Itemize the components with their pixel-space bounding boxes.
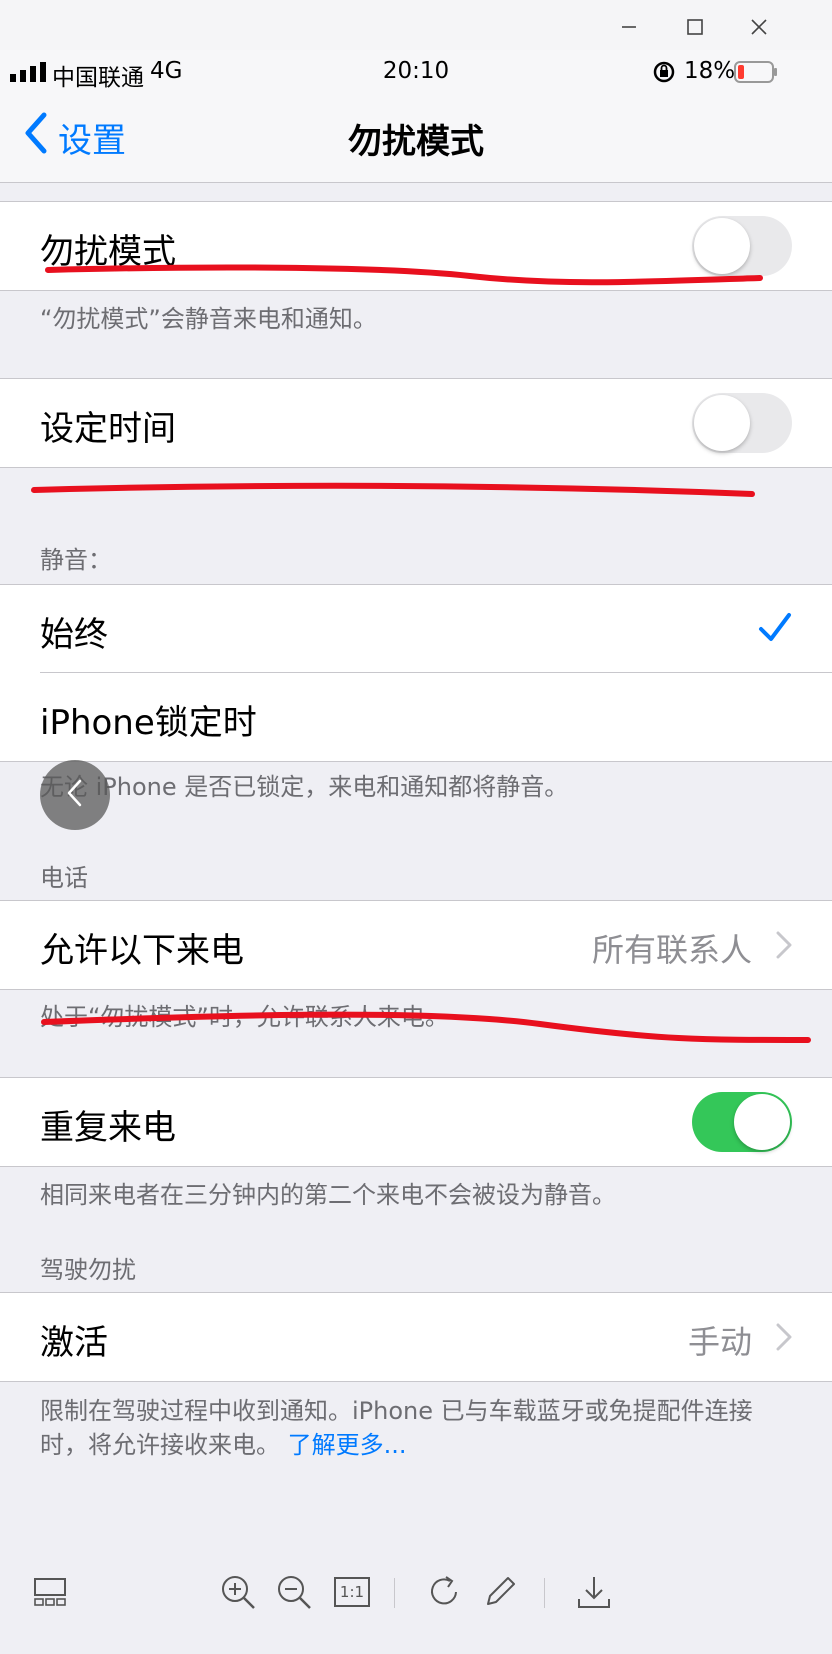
driving-footer: 限制在驾驶过程中收到通知。iPhone 已与车载蓝牙或免提配件连接时，将允许接收… bbox=[40, 1394, 792, 1462]
repeated-calls-section: 重复来电 bbox=[0, 1077, 832, 1167]
toggle-knob bbox=[694, 395, 750, 451]
dnd-footer: “勿扰模式”会静音来电和通知。 bbox=[40, 305, 377, 333]
annotation-underline-scheduled bbox=[31, 482, 755, 497]
battery-icon bbox=[734, 60, 778, 90]
download-icon[interactable] bbox=[572, 1570, 616, 1614]
dnd-toggle[interactable] bbox=[692, 216, 792, 276]
viewer-toolbar: 1:1 bbox=[0, 1540, 832, 1654]
close-icon[interactable] bbox=[742, 10, 776, 44]
scheduled-section: 设定时间 bbox=[0, 378, 832, 468]
silence-option-locked[interactable]: iPhone锁定时 bbox=[0, 673, 832, 761]
silence-option-label: iPhone锁定时 bbox=[40, 703, 257, 743]
silence-header: 静音： bbox=[40, 546, 112, 574]
driving-section: 激活 手动 bbox=[0, 1292, 832, 1382]
allow-calls-footer: 处于“勿扰模式”时，允许联系人来电。 bbox=[40, 1003, 449, 1031]
chevron-right-icon bbox=[776, 931, 792, 963]
activate-row[interactable]: 激活 手动 bbox=[0, 1293, 832, 1381]
activate-label: 激活 bbox=[40, 1323, 108, 1363]
actual-size-icon[interactable]: 1:1 bbox=[330, 1570, 374, 1614]
zoom-out-icon[interactable] bbox=[272, 1570, 316, 1614]
allow-calls-value: 所有联系人 bbox=[591, 931, 752, 969]
battery-percent: 18% bbox=[684, 58, 736, 84]
navigation-bar: 设置 勿扰模式 bbox=[0, 96, 832, 183]
edit-icon[interactable] bbox=[478, 1570, 522, 1614]
rotate-icon[interactable] bbox=[422, 1570, 466, 1614]
scheduled-label: 设定时间 bbox=[40, 409, 176, 449]
toolbar-divider bbox=[544, 1578, 545, 1608]
repeated-calls-label: 重复来电 bbox=[40, 1108, 176, 1148]
viewer-title-bar bbox=[0, 0, 832, 50]
repeated-calls-toggle[interactable] bbox=[692, 1092, 792, 1152]
status-bar: 中国联通 4G 20:10 18% bbox=[0, 50, 832, 96]
activate-value: 手动 bbox=[687, 1323, 752, 1361]
actual-size-label: 1:1 bbox=[334, 1577, 370, 1607]
repeated-calls-footer: 相同来电者在三分钟内的第二个来电不会被设为静音。 bbox=[40, 1181, 616, 1209]
orientation-lock-icon bbox=[652, 60, 676, 90]
page-title: 勿扰模式 bbox=[348, 122, 484, 162]
allow-calls-label: 允许以下来电 bbox=[40, 931, 244, 971]
toggle-knob bbox=[694, 218, 750, 274]
maximize-icon[interactable] bbox=[678, 10, 712, 44]
learn-more-link[interactable]: 了解更多... bbox=[288, 1431, 407, 1459]
silence-section: 始终 iPhone锁定时 bbox=[0, 584, 832, 762]
toggle-knob bbox=[734, 1094, 790, 1150]
checkmark-icon bbox=[758, 611, 792, 649]
minimize-icon[interactable] bbox=[612, 10, 646, 44]
silence-option-label: 始终 bbox=[40, 615, 108, 655]
floating-back-button[interactable] bbox=[40, 760, 110, 830]
driving-header: 驾驶勿扰 bbox=[40, 1256, 136, 1284]
silence-option-always[interactable]: 始终 bbox=[0, 585, 832, 673]
dnd-label: 勿扰模式 bbox=[40, 232, 176, 272]
silence-footer: 无论 iPhone 是否已锁定，来电和通知都将静音。 bbox=[40, 773, 569, 801]
thumbnails-icon[interactable] bbox=[28, 1570, 72, 1614]
phone-header: 电话 bbox=[40, 864, 88, 892]
chevron-left-icon bbox=[64, 778, 86, 812]
scheduled-row: 设定时间 bbox=[0, 379, 832, 467]
dnd-section: 勿扰模式 bbox=[0, 201, 832, 291]
scheduled-toggle[interactable] bbox=[692, 393, 792, 453]
dnd-row: 勿扰模式 bbox=[0, 202, 832, 290]
allow-calls-row[interactable]: 允许以下来电 所有联系人 bbox=[0, 901, 832, 989]
zoom-in-icon[interactable] bbox=[216, 1570, 260, 1614]
repeated-calls-row: 重复来电 bbox=[0, 1078, 832, 1166]
toolbar-divider bbox=[394, 1578, 395, 1608]
chevron-right-icon bbox=[776, 1323, 792, 1355]
allow-calls-section: 允许以下来电 所有联系人 bbox=[0, 900, 832, 990]
